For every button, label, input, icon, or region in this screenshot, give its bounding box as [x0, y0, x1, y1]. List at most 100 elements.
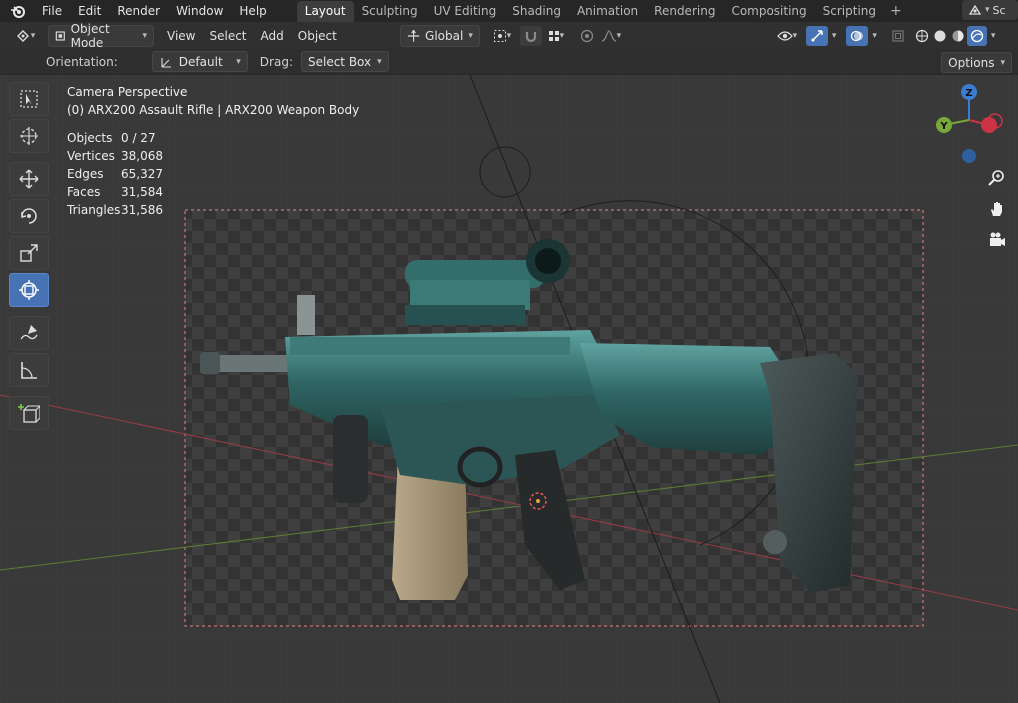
add-workspace-button[interactable]: +: [884, 1, 908, 22]
tab-shading[interactable]: Shading: [504, 1, 569, 22]
chevron-down-icon: ▾: [142, 30, 147, 41]
tool-settings-bar: Orientation: Default ▾ Drag: Select Box …: [0, 49, 1018, 75]
snap-toggle[interactable]: [519, 25, 542, 46]
tab-compositing[interactable]: Compositing: [723, 1, 814, 22]
chevron-down-icon: ▾: [985, 5, 990, 15]
scene-statistics: Objects 0 / 27 Vertices 38,068 Edges 65,327…: [67, 129, 163, 219]
drag-value: Select Box: [307, 54, 372, 69]
magnet-icon: [525, 31, 536, 42]
menu-view[interactable]: View: [160, 26, 202, 46]
falloff-curve-icon: [601, 29, 616, 42]
stat-row: Edges 65,327: [67, 165, 163, 183]
orientation-dropdown[interactable]: Default ▾: [151, 51, 248, 72]
gizmo-toggle[interactable]: [805, 25, 828, 46]
z-axis-label: Z: [965, 88, 972, 99]
scene-icon: [968, 4, 982, 15]
y-axis-label: Y: [939, 121, 948, 132]
measure-tool[interactable]: [9, 353, 49, 387]
pan-button[interactable]: [985, 197, 1009, 221]
pivot-point-icon: [493, 29, 506, 42]
hand-pan-icon: [991, 202, 1002, 216]
proportional-edit-toggle[interactable]: [576, 26, 598, 46]
tab-scripting[interactable]: Scripting: [815, 1, 884, 22]
cursor-tool[interactable]: [9, 119, 49, 153]
stat-value: 65,327: [121, 167, 163, 181]
stat-value: 31,584: [121, 185, 163, 199]
navigation-gizmo[interactable]: Z Y: [925, 80, 1005, 170]
chevron-down-icon: ▾: [468, 30, 473, 41]
pivot-point-button[interactable]: ▾: [488, 26, 516, 46]
falloff-button[interactable]: ▾: [598, 26, 624, 46]
tab-sculpting[interactable]: Sculpting: [354, 1, 426, 22]
shading-solid[interactable]: [931, 26, 949, 46]
transform-orientation-dropdown[interactable]: Global ▾: [399, 24, 480, 47]
chevron-down-icon: ▾: [506, 30, 512, 41]
proportional-edit-icon: [580, 29, 593, 42]
chevron-down-icon: ▾: [559, 30, 565, 41]
menu-edit[interactable]: Edit: [70, 0, 109, 22]
visibility-button[interactable]: ▾: [772, 26, 802, 46]
menu-object[interactable]: Object: [291, 26, 344, 46]
overlays-dropdown-chevron-icon[interactable]: ▾: [868, 26, 881, 46]
menu-add[interactable]: Add: [254, 26, 291, 46]
menu-help[interactable]: Help: [231, 0, 274, 22]
add-cube-tool[interactable]: [9, 396, 49, 430]
gizmo-icon: [811, 29, 823, 42]
rendered-shading-icon: [970, 29, 984, 42]
snap-target-button[interactable]: ▾: [542, 26, 570, 46]
add-cube-icon: [18, 404, 40, 423]
annotate-tool[interactable]: [9, 316, 49, 350]
tab-uv-editing[interactable]: UV Editing: [426, 1, 505, 22]
zoom-button[interactable]: [985, 166, 1009, 190]
material-shading-icon: [952, 30, 964, 41]
cursor-icon: [20, 127, 38, 145]
orientation-field-label: Orientation:: [46, 54, 118, 69]
rotate-tool[interactable]: [9, 199, 49, 233]
editor-type-button[interactable]: ▾: [10, 26, 40, 46]
tab-layout[interactable]: Layout: [296, 1, 354, 22]
shading-wireframe[interactable]: [913, 26, 931, 46]
drag-field-label: Drag:: [259, 54, 293, 69]
eye-icon: [776, 30, 793, 41]
scene-selector[interactable]: ▾ Sc: [962, 0, 1018, 20]
shading-rendered[interactable]: [966, 25, 987, 46]
tab-rendering[interactable]: Rendering: [646, 1, 723, 22]
menu-window[interactable]: Window: [168, 0, 231, 22]
stat-value: 31,586: [121, 203, 163, 217]
stat-row: Faces 31,584: [67, 183, 163, 201]
scene-name: Sc: [992, 3, 1006, 17]
stat-row: Vertices 38,068: [67, 147, 163, 165]
menu-render[interactable]: Render: [109, 0, 168, 22]
transform-tool[interactable]: [9, 273, 49, 307]
chevron-down-icon: ▾: [1000, 57, 1005, 68]
snap-grid-icon: [548, 30, 559, 41]
drag-dropdown[interactable]: Select Box ▾: [300, 51, 389, 72]
move-tool[interactable]: [9, 162, 49, 196]
chevron-down-icon: ▾: [30, 30, 36, 41]
gizmo-dropdown-chevron-icon[interactable]: ▾: [828, 26, 841, 46]
neg-z-axis-handle[interactable]: [962, 149, 976, 163]
chevron-down-icon: ▾: [792, 30, 798, 41]
viewport-header: ▾ Object Mode ▾ View Select Add Object G…: [0, 22, 1018, 50]
stat-row: Triangles 31,586: [67, 201, 163, 219]
shading-material[interactable]: [949, 26, 967, 46]
wireframe-shading-icon: [915, 29, 929, 42]
camera-view-button[interactable]: [985, 228, 1009, 252]
tab-animation[interactable]: Animation: [569, 1, 646, 22]
mode-dropdown[interactable]: Object Mode ▾: [48, 22, 154, 50]
blender-logo-icon[interactable]: [8, 0, 28, 22]
chevron-down-icon: ▾: [377, 56, 382, 67]
zoom-icon: [988, 170, 1004, 186]
options-dropdown[interactable]: Options ▾: [941, 52, 1012, 73]
overlays-toggle[interactable]: [846, 25, 869, 46]
left-toolbar: [9, 82, 49, 433]
solid-shading-icon: [934, 30, 946, 41]
menu-select[interactable]: Select: [202, 26, 253, 46]
shading-dropdown-chevron-icon[interactable]: ▾: [987, 26, 1000, 46]
scale-tool[interactable]: [9, 236, 49, 270]
chevron-down-icon: ▾: [616, 30, 622, 41]
menu-file[interactable]: File: [34, 0, 70, 22]
select-box-tool[interactable]: [9, 82, 49, 116]
xray-toggle[interactable]: [887, 26, 909, 46]
orientation-axes-icon: [407, 29, 420, 42]
